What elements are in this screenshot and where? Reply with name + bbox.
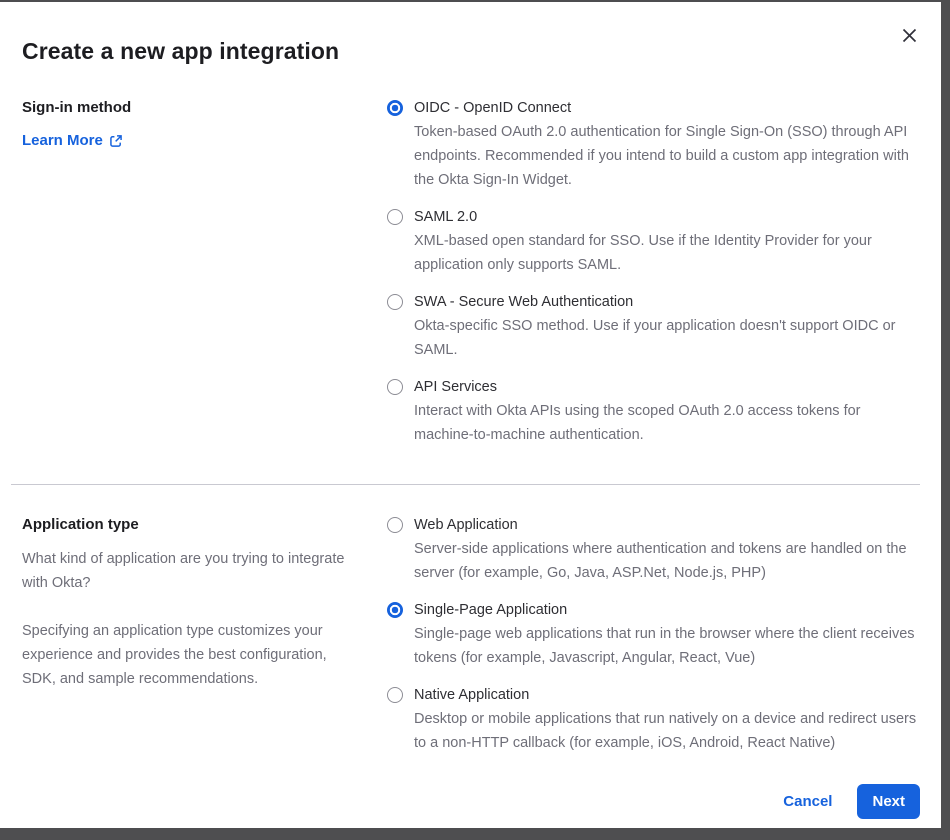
option-description: Interact with Okta APIs using the scoped… — [414, 399, 920, 447]
dialog-title: Create a new app integration — [22, 38, 919, 65]
option-label[interactable]: SAML 2.0 — [414, 205, 920, 229]
radio-option-swa[interactable]: SWA - Secure Web Authentication Okta-spe… — [387, 290, 920, 362]
create-app-integration-dialog: Create a new app integration Sign-in met… — [0, 2, 941, 828]
dialog-body: Sign-in method Learn More OIDC - OpenID … — [0, 65, 941, 768]
radio-option-saml[interactable]: SAML 2.0 XML-based open standard for SSO… — [387, 205, 920, 277]
radio-option-oidc[interactable]: OIDC - OpenID Connect Token-based OAuth … — [387, 96, 920, 192]
option-description: Token-based OAuth 2.0 authentication for… — [414, 120, 920, 192]
option-description: Server-side applications where authentic… — [414, 537, 920, 585]
cancel-button[interactable]: Cancel — [783, 785, 832, 818]
application-type-label: Application type — [22, 514, 365, 536]
radio-icon[interactable] — [387, 687, 403, 703]
application-type-left-column: Application type What kind of applicatio… — [22, 513, 365, 768]
close-icon — [902, 28, 917, 43]
application-type-help-text: Specifying an application type customize… — [22, 619, 362, 691]
option-label[interactable]: OIDC - OpenID Connect — [414, 96, 920, 120]
radio-icon[interactable] — [387, 379, 403, 395]
section-divider — [11, 484, 920, 485]
radio-icon[interactable] — [387, 209, 403, 225]
signin-method-label: Sign-in method — [22, 97, 365, 119]
radio-icon[interactable] — [387, 100, 403, 116]
signin-method-options: OIDC - OpenID Connect Token-based OAuth … — [387, 96, 920, 460]
option-label[interactable]: API Services — [414, 375, 920, 399]
close-button[interactable] — [895, 21, 923, 49]
radio-option-single-page-application[interactable]: Single-Page Application Single-page web … — [387, 598, 920, 670]
option-description: XML-based open standard for SSO. Use if … — [414, 229, 920, 277]
application-type-question: What kind of application are you trying … — [22, 547, 362, 595]
option-label[interactable]: SWA - Secure Web Authentication — [414, 290, 920, 314]
learn-more-link[interactable]: Learn More — [22, 132, 123, 149]
radio-option-native-application[interactable]: Native Application Desktop or mobile app… — [387, 683, 920, 755]
radio-option-api-services[interactable]: API Services Interact with Okta APIs usi… — [387, 375, 920, 447]
option-label[interactable]: Native Application — [414, 683, 920, 707]
option-label[interactable]: Web Application — [414, 513, 920, 537]
application-type-section: Application type What kind of applicatio… — [0, 513, 941, 768]
application-type-options: Web Application Server-side applications… — [387, 513, 920, 768]
signin-method-section: Sign-in method Learn More OIDC - OpenID … — [0, 96, 941, 460]
signin-method-left-column: Sign-in method Learn More — [22, 96, 365, 460]
learn-more-label: Learn More — [22, 132, 103, 149]
radio-option-web-application[interactable]: Web Application Server-side applications… — [387, 513, 920, 585]
dialog-footer: Cancel Next — [0, 784, 941, 840]
next-button[interactable]: Next — [857, 784, 920, 819]
option-description: Okta-specific SSO method. Use if your ap… — [414, 314, 920, 362]
radio-icon[interactable] — [387, 517, 403, 533]
option-description: Desktop or mobile applications that run … — [414, 707, 920, 755]
option-label[interactable]: Single-Page Application — [414, 598, 920, 622]
radio-icon[interactable] — [387, 294, 403, 310]
option-description: Single-page web applications that run in… — [414, 622, 920, 670]
external-link-icon — [109, 134, 123, 148]
radio-icon[interactable] — [387, 602, 403, 618]
dialog-header: Create a new app integration — [0, 2, 941, 65]
